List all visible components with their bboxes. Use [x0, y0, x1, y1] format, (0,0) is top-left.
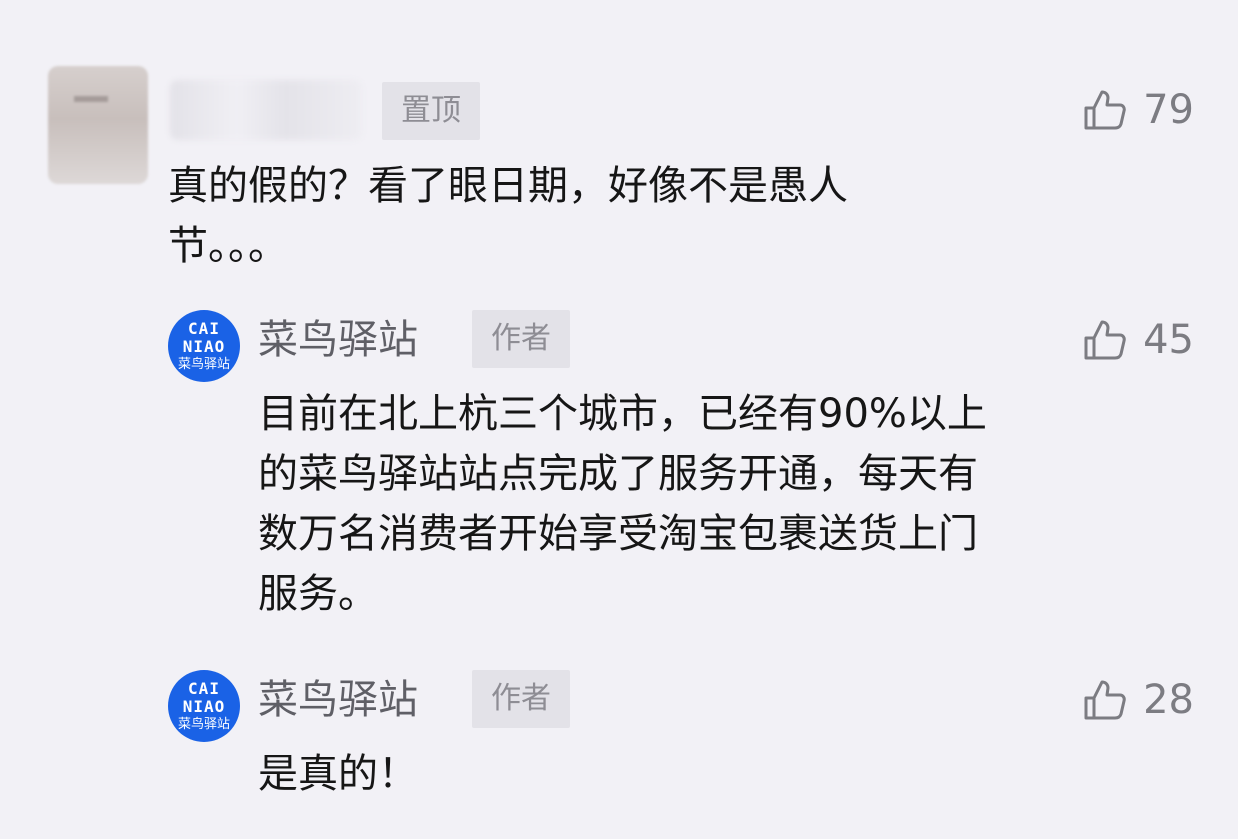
cainiao-logo-icon[interactable]: CAI NIAO 菜鸟驿站	[168, 670, 240, 742]
thumbs-up-icon	[1084, 320, 1126, 360]
username-blurred[interactable]	[170, 80, 362, 140]
avatar-text-cn: 菜鸟驿站	[177, 716, 230, 732]
like-button-reply-2[interactable]: 28	[1081, 676, 1194, 724]
like-count: 28	[1143, 677, 1194, 723]
like-count: 45	[1143, 317, 1194, 363]
reply-text: 是真的！	[258, 751, 418, 797]
avatar-text-niao: NIAO	[182, 336, 226, 356]
like-button-comment[interactable]: 79	[1081, 86, 1194, 134]
pinned-badge: 置顶	[382, 82, 480, 140]
like-button-reply-1[interactable]: 45	[1081, 316, 1194, 364]
thumbs-up-icon	[1084, 680, 1126, 720]
avatar-text-cai: CAI	[188, 318, 220, 338]
author-badge: 作者	[472, 670, 570, 728]
user-avatar-blurred[interactable]	[48, 66, 148, 184]
reply-text: 目前在北上杭三个城市，已经有90%以上 的菜鸟驿站站点完成了服务开通，每天有 数…	[258, 391, 987, 617]
avatar-text-niao: NIAO	[182, 696, 226, 716]
reply-author-name[interactable]: 菜鸟驿站	[258, 670, 418, 730]
author-badge: 作者	[472, 310, 570, 368]
avatar-detail	[74, 96, 108, 102]
comment-text: 真的假的？看了眼日期，好像不是愚人 节。。。	[168, 163, 848, 269]
like-count: 79	[1143, 87, 1194, 133]
avatar-text-cai: CAI	[188, 678, 220, 698]
reply-author-name[interactable]: 菜鸟驿站	[258, 310, 418, 370]
avatar-text-cn: 菜鸟驿站	[177, 356, 230, 372]
thumbs-up-icon	[1084, 90, 1126, 130]
cainiao-logo-icon[interactable]: CAI NIAO 菜鸟驿站	[168, 310, 240, 382]
